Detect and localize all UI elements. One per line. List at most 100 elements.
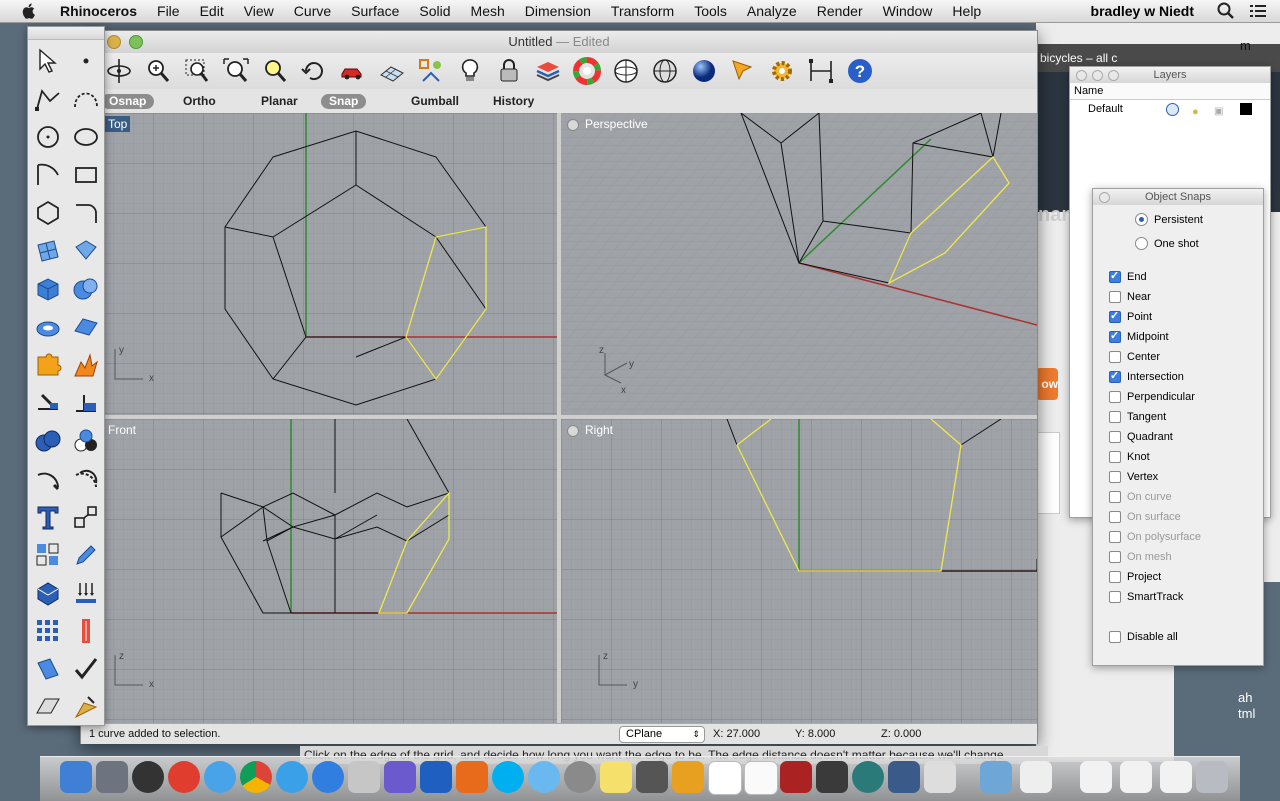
messages-icon[interactable]	[528, 761, 560, 793]
menu-edit[interactable]: Edit	[190, 3, 234, 19]
shaded-display-button[interactable]	[647, 55, 683, 87]
menu-window[interactable]: Window	[873, 3, 943, 19]
edit-points-tool[interactable]	[66, 536, 104, 574]
rectangle-tool[interactable]	[66, 156, 104, 194]
rotate-view-button[interactable]	[101, 55, 137, 87]
menu-dimension[interactable]: Dimension	[515, 3, 601, 19]
viewport-menu-icon[interactable]	[567, 119, 579, 131]
snap-option[interactable]: SmartTrack	[1109, 591, 1183, 603]
image-capture-icon[interactable]	[924, 761, 956, 793]
ortho-toggle[interactable]: Ortho	[175, 94, 224, 109]
snap-option[interactable]: Intersection	[1109, 369, 1184, 383]
scale-tool[interactable]	[66, 498, 104, 536]
trash-icon[interactable]	[1196, 761, 1228, 793]
gumball-toggle[interactable]: Gumball	[403, 94, 467, 109]
align-tool[interactable]	[66, 612, 104, 650]
layer-row[interactable]: Default ● ▣	[1070, 100, 1270, 118]
itunes-icon[interactable]	[204, 761, 236, 793]
menu-curve[interactable]: Curve	[284, 3, 341, 19]
menu-solid[interactable]: Solid	[409, 3, 460, 19]
preview-icon[interactable]	[384, 761, 416, 793]
persistent-radio[interactable]: Persistent	[1135, 213, 1203, 226]
reminders-icon[interactable]	[744, 761, 778, 795]
user-name[interactable]: bradley w Niedt	[1091, 3, 1216, 19]
snap-toggle[interactable]: Snap	[321, 94, 367, 109]
snap-option[interactable]: Center	[1109, 351, 1160, 363]
document-stack-icon-3[interactable]	[1120, 761, 1152, 793]
apple-icon[interactable]	[20, 2, 38, 20]
explode-tool[interactable]	[66, 346, 104, 384]
planar-surface-tool[interactable]	[66, 308, 104, 346]
menu-app-name[interactable]: Rhinoceros	[50, 3, 147, 19]
color-wheel-button[interactable]	[569, 55, 605, 87]
extrude-surface-tool[interactable]	[66, 232, 104, 270]
system-preferences-icon[interactable]	[564, 761, 596, 793]
viewport-menu-icon[interactable]	[567, 425, 579, 437]
rendered-display-button[interactable]	[686, 55, 722, 87]
circle-tool[interactable]	[28, 118, 66, 156]
calendar-icon[interactable]	[708, 761, 742, 795]
palette-title-bar[interactable]	[28, 27, 104, 40]
object-snaps-header[interactable]: Object Snaps	[1093, 189, 1263, 205]
garageband-icon[interactable]	[672, 761, 704, 793]
help-button[interactable]: ?	[842, 55, 878, 87]
snap-option[interactable]: End	[1109, 269, 1147, 283]
split-tool[interactable]	[28, 384, 66, 422]
zoom-selected-button[interactable]	[257, 55, 293, 87]
launchpad-icon[interactable]	[96, 761, 128, 793]
layers-column-name[interactable]: Name	[1070, 83, 1270, 100]
named-view-car-button[interactable]	[335, 55, 371, 87]
select-tool[interactable]	[28, 42, 66, 80]
spotlight-search-icon[interactable]	[1216, 1, 1236, 21]
document-stack-icon-2[interactable]	[1080, 761, 1112, 793]
chrome-icon[interactable]	[240, 761, 272, 793]
arc-tool[interactable]	[28, 156, 66, 194]
panel-close-button[interactable]	[1099, 192, 1110, 203]
snap-option[interactable]: Perpendicular	[1109, 391, 1195, 403]
viewport-title-front[interactable]: Front	[105, 422, 139, 438]
menu-view[interactable]: View	[234, 3, 284, 19]
boolean-union-tool[interactable]	[28, 422, 66, 460]
polyline-tool[interactable]	[28, 80, 66, 118]
display-light-button[interactable]	[452, 55, 488, 87]
disable-all-checkbox[interactable]: Disable all	[1109, 631, 1178, 643]
lock-button[interactable]	[491, 55, 527, 87]
osnap-toggle[interactable]: Osnap	[101, 94, 155, 109]
render-mesh-tool[interactable]	[28, 688, 66, 726]
panel-close-button[interactable]	[1076, 70, 1087, 81]
layers-panel-header[interactable]: Layers	[1070, 67, 1270, 83]
zoom-window-button[interactable]	[179, 55, 215, 87]
skype-icon[interactable]	[492, 761, 524, 793]
layer-lock-icon[interactable]: ▣	[1214, 103, 1223, 121]
zoom-button-tool[interactable]	[140, 55, 176, 87]
iphoto-icon[interactable]	[636, 761, 668, 793]
viewport-front[interactable]: z x Front	[103, 419, 557, 723]
snap-option[interactable]: Vertex	[1109, 471, 1158, 483]
cplane-select[interactable]: CPlane ⇕	[619, 726, 705, 743]
snap-option[interactable]: Quadrant	[1109, 431, 1173, 443]
snap-option[interactable]: Project	[1109, 571, 1161, 583]
finder-icon[interactable]	[60, 761, 92, 793]
snap-option[interactable]: Midpoint	[1109, 329, 1169, 343]
time-machine-icon[interactable]	[852, 761, 884, 793]
browser-orange-button[interactable]: ow	[1036, 368, 1058, 400]
document-stack-icon[interactable]	[1020, 761, 1052, 793]
menu-render[interactable]: Render	[807, 3, 873, 19]
panel-zoom-button[interactable]	[1108, 70, 1119, 81]
notification-list-icon[interactable]	[1248, 1, 1268, 21]
menu-mesh[interactable]: Mesh	[461, 3, 515, 19]
check-tool[interactable]	[66, 650, 104, 688]
fillet-edge-tool[interactable]	[28, 460, 66, 498]
menu-file[interactable]: File	[147, 3, 190, 19]
airplane-app-icon[interactable]	[348, 761, 380, 793]
menu-tools[interactable]: Tools	[684, 3, 737, 19]
sphere-tool[interactable]	[66, 270, 104, 308]
layer-visibility-lightbulb-icon[interactable]: ●	[1192, 103, 1199, 121]
viewport-title-top[interactable]: Top	[105, 116, 131, 132]
word-icon[interactable]	[420, 761, 452, 793]
menu-help[interactable]: Help	[942, 3, 991, 19]
powerpoint-icon[interactable]	[456, 761, 488, 793]
app-store-icon[interactable]	[312, 761, 344, 793]
snap-option[interactable]: Point	[1109, 309, 1152, 323]
dimensions-button[interactable]	[803, 55, 839, 87]
